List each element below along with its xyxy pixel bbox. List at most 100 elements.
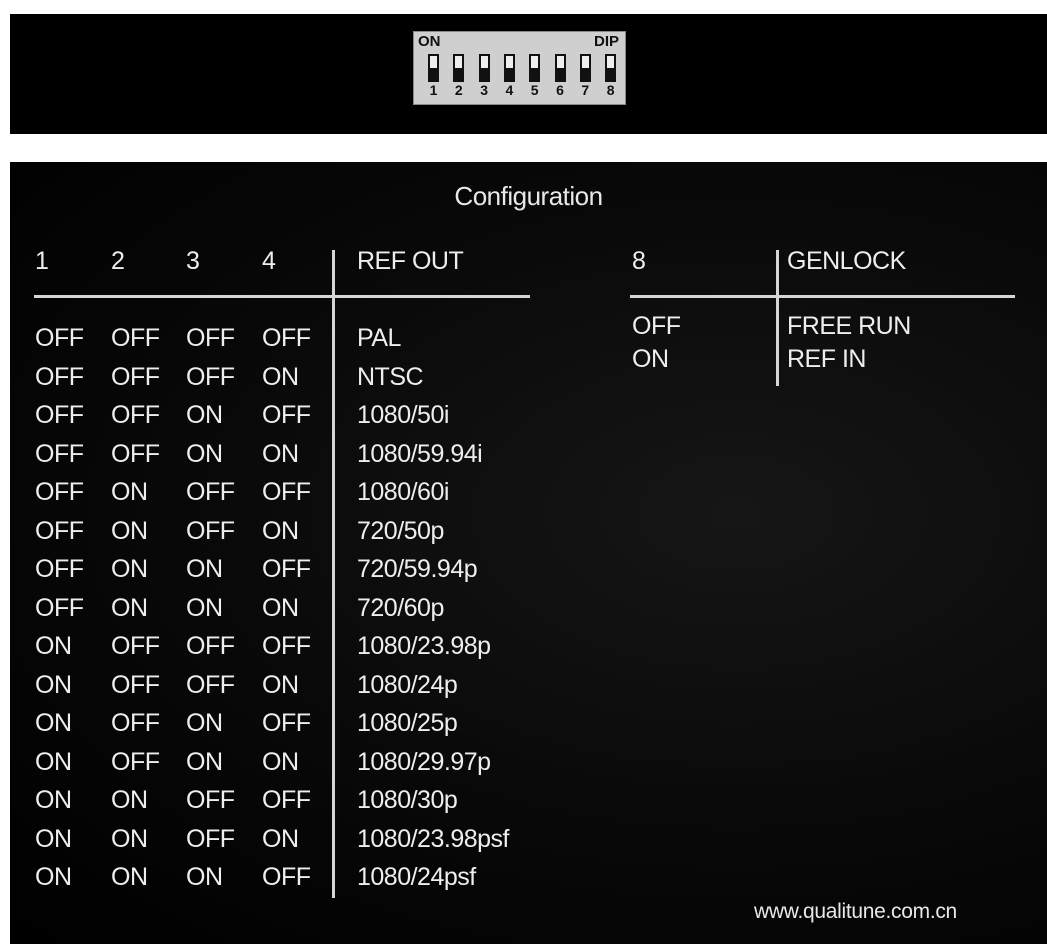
switch-state-cell: ON bbox=[262, 439, 299, 468]
dip-switch-5 bbox=[529, 54, 541, 82]
switch-state-cell: OFF bbox=[35, 439, 84, 468]
switch-state-cell: ON bbox=[35, 709, 72, 737]
configuration-panel: Configuration www.qualitune.com.cn 1 2 3 4 R… bbox=[10, 162, 1047, 944]
ref-out-format: 1080/23.98p bbox=[357, 632, 491, 660]
website-footer: www.qualitune.com.cn bbox=[754, 900, 957, 923]
dip-switch-diagram: ON DIP 12 3 45 6 78 bbox=[413, 31, 626, 105]
ref-out-format: NTSC bbox=[357, 362, 424, 391]
switch-state-cell: OFF bbox=[35, 516, 84, 545]
dip-switch-number: 6 bbox=[556, 82, 564, 98]
ref-table-header: 4 bbox=[262, 247, 276, 275]
ref-out-format: 1080/23.98psf bbox=[357, 824, 509, 853]
ref-table-header: 2 bbox=[111, 247, 125, 275]
dip-switch-number: 1 bbox=[429, 82, 438, 98]
switch-state-cell: OFF bbox=[111, 362, 160, 391]
switch-state-cell: OFF bbox=[111, 709, 160, 737]
switch-state-cell: ON bbox=[111, 478, 148, 506]
switch-state-cell: ON bbox=[35, 786, 72, 814]
switch-state-cell: OFF bbox=[186, 824, 235, 853]
genlock-table-header: GENLOCK bbox=[787, 247, 906, 275]
switch-state-cell: OFF bbox=[186, 324, 235, 352]
switch-state-cell: ON bbox=[111, 555, 148, 583]
switch-state-cell: OFF bbox=[35, 401, 84, 429]
ref-out-format: PAL bbox=[357, 324, 401, 352]
dip-label: DIP bbox=[593, 33, 619, 50]
switch-state-cell: ON bbox=[262, 824, 299, 853]
ref-out-format: 720/59.94p bbox=[357, 555, 478, 583]
dip-switch-6 bbox=[554, 54, 566, 82]
switch-state-cell: ON bbox=[111, 786, 148, 814]
switch-state-cell: ON bbox=[186, 555, 223, 583]
dip-switch-4 bbox=[503, 54, 515, 82]
switch-state-cell: OFF bbox=[35, 324, 84, 352]
ref-table-divider-vertical bbox=[332, 250, 335, 898]
ref-table-header: 3 bbox=[186, 247, 200, 275]
switch-state-cell: ON bbox=[35, 632, 72, 660]
switch-state-cell: OFF bbox=[186, 670, 235, 699]
switch-state-cell: ON bbox=[111, 824, 148, 853]
ref-out-format: 1080/50i bbox=[357, 401, 449, 429]
dip-switch-number: 3 bbox=[480, 82, 488, 98]
ref-table-header: 1 bbox=[35, 247, 49, 275]
configuration-title: Configuration bbox=[454, 181, 603, 211]
switch-state-cell: OFF bbox=[186, 786, 235, 814]
genlock-table-divider-vertical bbox=[776, 250, 779, 386]
switch-state-cell: OFF bbox=[186, 632, 235, 660]
ref-table-divider-horizontal bbox=[34, 295, 530, 298]
dip-switch-number: 8 bbox=[606, 82, 615, 98]
switch-state-cell: ON bbox=[262, 516, 299, 545]
switch-state-cell: OFF bbox=[35, 478, 84, 506]
switch-state-cell: ON bbox=[262, 747, 299, 776]
genlock-table-divider-horizontal bbox=[630, 295, 1015, 298]
switch-state-cell: ON bbox=[111, 516, 148, 545]
switch-state-cell: OFF bbox=[111, 632, 160, 660]
switch-state-cell: ON bbox=[111, 863, 148, 891]
switch-state-cell: OFF bbox=[262, 786, 311, 814]
switch-state-cell: OFF bbox=[262, 478, 311, 506]
switch-state-cell: OFF bbox=[186, 362, 235, 391]
ref-out-format: 1080/25p bbox=[357, 709, 458, 737]
ref-table-header: REF OUT bbox=[357, 247, 464, 275]
switch-state-cell: ON bbox=[186, 747, 223, 776]
switch-state-cell: ON bbox=[35, 824, 72, 853]
dip-on-label: ON bbox=[418, 33, 441, 50]
ref-out-format: 720/60p bbox=[357, 593, 444, 622]
switch-state-cell: OFF bbox=[186, 516, 235, 545]
switch-state-cell: OFF bbox=[262, 863, 311, 891]
switch-state-cell: OFF bbox=[262, 709, 311, 737]
switch-state-cell: ON bbox=[186, 401, 223, 429]
switch-state-cell: OFF bbox=[262, 555, 311, 583]
switch-state-cell: ON bbox=[262, 593, 299, 622]
dip-switch-7 bbox=[579, 54, 591, 82]
genlock-mode: REF IN bbox=[787, 345, 866, 373]
switch-state-cell: OFF bbox=[35, 362, 84, 391]
dip-switch-number: 7 bbox=[581, 82, 590, 98]
ref-out-format: 1080/29.97p bbox=[357, 747, 491, 776]
switch-state-cell: OFF bbox=[111, 439, 160, 468]
ref-out-format: 1080/24p bbox=[357, 670, 458, 699]
switch-state-cell: ON bbox=[35, 670, 72, 699]
dip-switch-2 bbox=[453, 54, 465, 82]
switch-state-cell: OFF bbox=[35, 555, 84, 583]
switch-state-cell: OFF bbox=[111, 324, 160, 352]
switch-state-cell: OFF bbox=[632, 312, 681, 340]
dip-switch-number: 4 bbox=[505, 82, 514, 98]
switch-state-cell: OFF bbox=[111, 401, 160, 429]
switch-state-cell: OFF bbox=[262, 324, 311, 352]
genlock-table-header: 8 bbox=[632, 247, 646, 275]
switch-state-cell: ON bbox=[186, 709, 223, 737]
dip-switch-8 bbox=[605, 54, 617, 82]
switch-state-cell: OFF bbox=[262, 632, 311, 660]
dip-switch-1 bbox=[428, 54, 439, 82]
ref-out-format: 1080/24psf bbox=[357, 863, 476, 891]
switch-state-cell: ON bbox=[35, 747, 72, 776]
dip-switch-number: 5 bbox=[530, 82, 539, 98]
switch-state-cell: OFF bbox=[111, 747, 160, 776]
switch-state-cell: ON bbox=[632, 345, 669, 373]
switch-state-cell: ON bbox=[111, 593, 148, 622]
dip-switch-number: 2 bbox=[454, 82, 463, 98]
ref-out-format: 1080/59.94i bbox=[357, 439, 483, 468]
dip-switch-3 bbox=[478, 54, 490, 82]
genlock-mode: FREE RUN bbox=[787, 312, 911, 340]
switch-state-cell: OFF bbox=[111, 670, 160, 699]
